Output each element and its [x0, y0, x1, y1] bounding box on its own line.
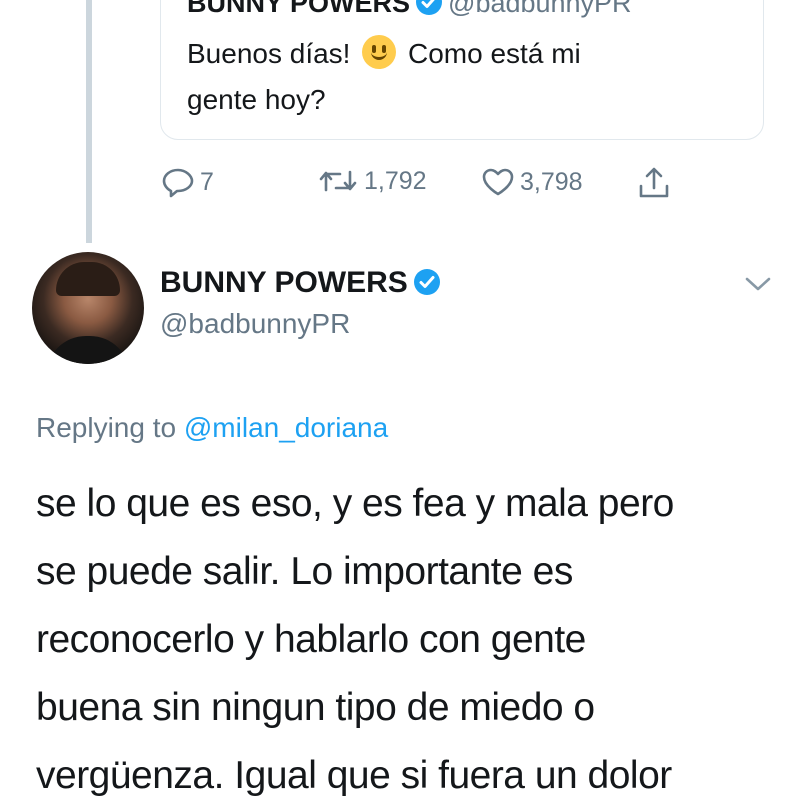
tweet-text-line: buena sin ningun tipo de miedo o — [36, 686, 595, 729]
author-name[interactable]: BUNNY POWERS — [160, 266, 440, 300]
quoted-text-part2: Como está mi — [408, 38, 581, 69]
verified-badge-icon — [413, 269, 440, 295]
reply-count: 7 — [200, 167, 214, 196]
tweet-text-line: reconocerlo y hablarlo con gente — [36, 618, 586, 661]
smiling-face-emoji-icon — [362, 35, 397, 69]
quoted-tweet-card[interactable]: BUNNY POWERS @badbunnyPR Buenos días! Com… — [160, 0, 764, 140]
author-handle[interactable]: @badbunnyPR — [160, 308, 350, 340]
avatar[interactable] — [32, 252, 144, 364]
quoted-author-name: BUNNY POWERS — [187, 0, 411, 18]
quoted-text-line2: gente hoy? — [187, 84, 326, 115]
like-icon — [482, 168, 514, 196]
like-count: 3,798 — [520, 167, 583, 196]
share-button[interactable] — [636, 166, 676, 200]
retweet-count: 1,792 — [364, 166, 427, 195]
replying-to-label: Replying to — [36, 412, 177, 443]
retweet-button[interactable]: 1,792 — [316, 166, 427, 196]
reply-button[interactable]: 7 — [160, 166, 214, 198]
tweet-text-line: se lo que es eso, y es fea y mala pero — [36, 482, 674, 525]
reply-icon — [162, 168, 194, 198]
thread-connector-line — [86, 0, 92, 243]
quoted-tweet-text: Buenos días! Como está mi gente hoy? — [187, 31, 727, 123]
chevron-down-icon[interactable] — [744, 274, 772, 294]
replying-to: Replying to @milan_doriana — [36, 412, 388, 444]
author-name-text: BUNNY POWERS — [160, 266, 408, 299]
verified-badge-icon — [416, 0, 443, 15]
retweet-icon — [319, 170, 357, 192]
tweet-text: se lo que es eso, y es fea y mala pero s… — [36, 470, 776, 810]
like-button[interactable]: 3,798 — [480, 166, 583, 198]
replying-to-handle-link[interactable]: @milan_doriana — [184, 412, 388, 443]
tweet-text-line: se puede salir. Lo importante es — [36, 550, 573, 593]
quoted-text-part1: Buenos días! — [187, 38, 351, 69]
quoted-author-handle: @badbunnyPR — [448, 0, 632, 18]
quoted-tweet-header: BUNNY POWERS @badbunnyPR — [187, 0, 632, 19]
share-icon — [639, 167, 669, 198]
